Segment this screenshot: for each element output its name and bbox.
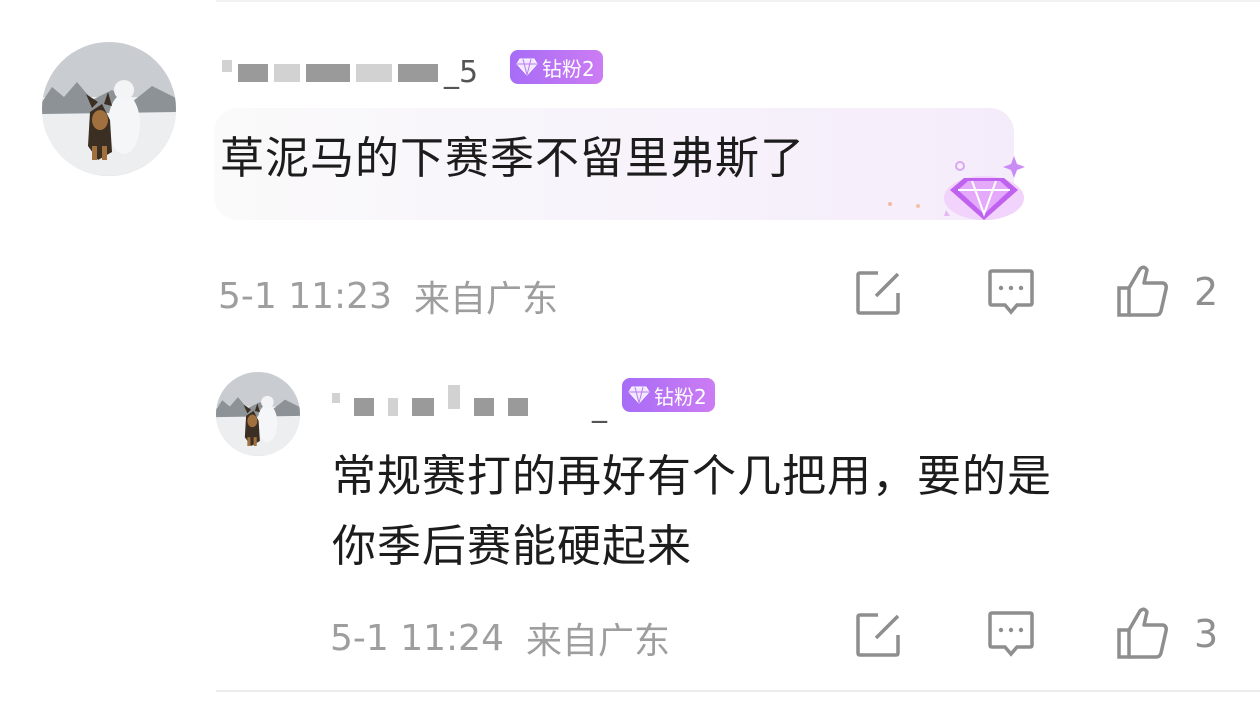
edit-icon[interactable] xyxy=(854,610,904,660)
comment-text: 草泥马的下赛季不留里弗斯了 xyxy=(220,133,805,184)
redacted-name xyxy=(222,60,232,72)
redacted-name xyxy=(306,64,350,82)
avatar[interactable] xyxy=(42,42,176,176)
redacted-name xyxy=(448,385,460,409)
avatar[interactable] xyxy=(216,372,300,456)
avatar-photo xyxy=(42,42,176,176)
diamond-decoration-icon xyxy=(888,156,1025,220)
badge-label: 钻粉2 xyxy=(654,384,707,409)
comment-text-line: 你季后赛能硬起来 xyxy=(332,521,692,572)
like-count: 2 xyxy=(1194,270,1219,314)
bottom-divider xyxy=(216,690,1260,692)
thumbs-up-icon[interactable] xyxy=(1116,606,1170,660)
comment-meta: 5-1 11:24 来自广东 xyxy=(330,612,670,664)
gem-icon xyxy=(516,58,538,76)
comment-meta: 5-1 11:23 来自广东 xyxy=(218,270,558,322)
fan-badge[interactable]: 钻粉2 xyxy=(510,50,603,84)
redacted-name xyxy=(388,398,398,416)
redacted-name xyxy=(398,64,438,82)
redacted-name xyxy=(508,398,528,416)
redacted-name xyxy=(332,393,340,403)
username-suffix: _ xyxy=(592,389,607,424)
comment-text-line: 常规赛打的再好有个几把用，要的是 xyxy=(332,451,1052,502)
gem-icon xyxy=(628,386,650,404)
timestamp: 5-1 11:23 xyxy=(218,275,392,317)
badge-label: 钻粉2 xyxy=(542,56,595,81)
redacted-name xyxy=(238,64,268,82)
username-suffix: _5 xyxy=(444,55,479,90)
timestamp: 5-1 11:24 xyxy=(330,617,504,659)
redacted-name xyxy=(356,64,392,82)
username[interactable]: _5 xyxy=(222,58,478,88)
redacted-name xyxy=(274,64,300,82)
fan-badge[interactable]: 钻粉2 xyxy=(622,378,715,412)
comment-text: 常规赛打的再好有个几把用，要的是 你季后赛能硬起来 xyxy=(332,442,1052,582)
thumbs-up-icon[interactable] xyxy=(1116,264,1170,318)
redacted-name xyxy=(474,398,494,416)
reply-icon[interactable] xyxy=(986,266,1036,316)
location: 来自广东 xyxy=(414,279,559,320)
top-divider xyxy=(216,0,1260,2)
redacted-name xyxy=(354,398,374,416)
like-count: 3 xyxy=(1194,612,1219,656)
username[interactable]: _ xyxy=(332,385,607,424)
redacted-name xyxy=(412,398,434,416)
location: 来自广东 xyxy=(526,621,671,662)
avatar-photo xyxy=(216,372,300,456)
reply-icon[interactable] xyxy=(986,608,1036,658)
edit-icon[interactable] xyxy=(854,268,904,318)
